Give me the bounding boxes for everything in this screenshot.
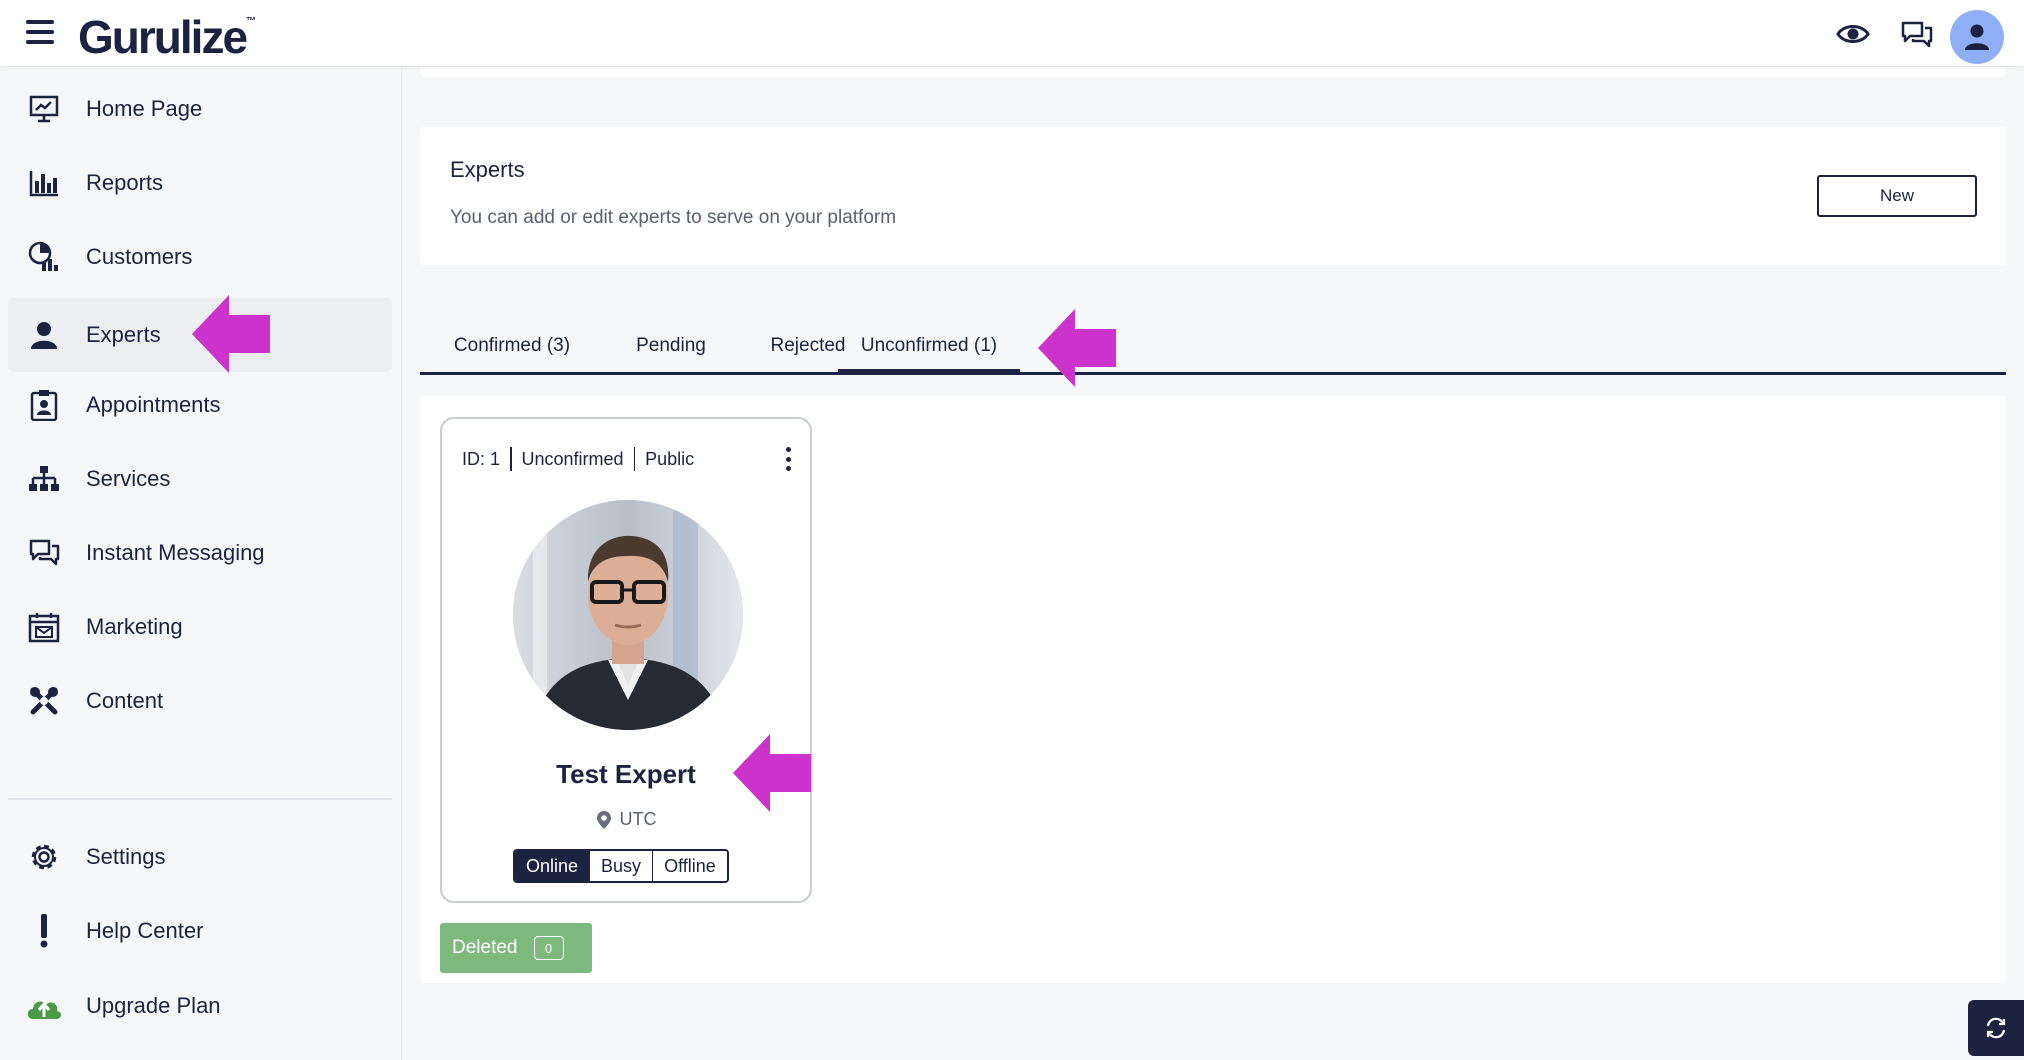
availability-toggle: Online Busy Offline — [513, 849, 729, 883]
new-expert-button[interactable]: New — [1817, 175, 1977, 217]
tab-confirmed[interactable]: Confirmed (3) — [439, 320, 585, 372]
status-offline-button[interactable]: Offline — [652, 851, 727, 881]
sidebar-item-content[interactable]: Content — [8, 664, 392, 738]
user-icon — [1965, 24, 1989, 50]
tab-pending[interactable]: Pending — [608, 320, 734, 372]
expert-card[interactable]: ID: 1 Unconfirmed Public Test Expert UTC… — [440, 417, 812, 903]
deleted-label: Deleted — [452, 937, 518, 958]
person-icon — [24, 315, 64, 355]
sidebar-item-marketing[interactable]: Marketing — [8, 590, 392, 664]
tab-unconfirmed[interactable]: Unconfirmed (1) — [838, 320, 1020, 375]
pie-people-icon — [24, 237, 64, 277]
sidebar-item-help-center[interactable]: Help Center — [8, 894, 392, 968]
sidebar-item-instant-messaging[interactable]: Instant Messaging — [8, 516, 392, 590]
meta-separator — [510, 447, 512, 471]
clipboard-person-icon — [24, 385, 64, 425]
expert-timezone: UTC — [442, 809, 810, 830]
sitemap-icon — [24, 459, 64, 499]
chat-icon[interactable] — [1897, 14, 1937, 54]
sidebar-item-settings[interactable]: Settings — [8, 820, 392, 894]
sidebar-item-label: Marketing — [86, 614, 183, 639]
top-bar: Gurulize™ — [0, 0, 2024, 67]
gear-icon — [24, 837, 64, 877]
sidebar-item-appointments[interactable]: Appointments — [8, 368, 392, 442]
menu-icon[interactable] — [26, 20, 54, 46]
bar-chart-icon — [24, 163, 64, 203]
sidebar-item-services[interactable]: Services — [8, 442, 392, 516]
refresh-icon — [1986, 1017, 2006, 1039]
sidebar-item-label: Home Page — [86, 96, 203, 121]
annotation-arrow-left-icon — [1038, 309, 1116, 387]
expert-status: Unconfirmed — [521, 448, 624, 469]
page-title: Experts — [450, 157, 525, 182]
eye-icon[interactable] — [1833, 14, 1873, 54]
sidebar-item-label: Content — [86, 688, 164, 713]
sidebar-item-label: Upgrade Plan — [86, 993, 221, 1018]
cloud-upload-icon — [24, 986, 64, 1026]
sidebar-item-label: Instant Messaging — [86, 540, 265, 565]
sidebar-item-label: Reports — [86, 170, 164, 195]
monitor-chart-icon — [24, 89, 64, 129]
status-busy-button[interactable]: Busy — [589, 851, 653, 881]
app-logo[interactable]: Gurulize™ — [78, 10, 256, 64]
page-description: You can add or edit experts to serve on … — [450, 207, 897, 228]
expert-visibility: Public — [645, 448, 695, 469]
sidebar-divider — [8, 798, 392, 800]
refresh-button[interactable] — [1968, 1000, 2024, 1056]
sidebar-item-label: Appointments — [86, 392, 221, 417]
sidebar-item-label: Help Center — [86, 918, 204, 943]
status-online-button[interactable]: Online — [515, 851, 590, 881]
expert-meta: ID: 1 Unconfirmed Public — [462, 447, 694, 471]
sidebar-item-customers[interactable]: Customers — [8, 220, 392, 294]
top-panel-strip — [420, 67, 2006, 77]
timezone-label: UTC — [619, 809, 657, 829]
calendar-mail-icon — [24, 607, 64, 647]
chat-bubbles-icon — [24, 533, 64, 573]
sidebar-item-home-page[interactable]: Home Page — [8, 72, 392, 146]
sidebar-item-reports[interactable]: Reports — [8, 146, 392, 220]
expert-status-tabs: Confirmed (3) Pending Rejected Unconfirm… — [420, 320, 2006, 375]
location-pin-icon — [596, 810, 611, 829]
deleted-experts-button[interactable]: Deleted 0 — [440, 923, 592, 973]
sidebar-item-upgrade-plan[interactable]: Upgrade Plan — [8, 969, 392, 1043]
tools-icon — [24, 681, 64, 721]
sidebar-item-label: Experts — [86, 322, 161, 347]
user-avatar-button[interactable] — [1950, 10, 2004, 64]
sidebar-item-label: Settings — [86, 844, 166, 869]
exclamation-icon — [24, 911, 64, 951]
expert-photo — [513, 500, 743, 730]
annotation-arrow-left-icon — [192, 295, 270, 373]
sidebar: Home Page Reports Customers Experts Appo… — [0, 67, 402, 1060]
deleted-count-badge: 0 — [533, 936, 564, 960]
meta-separator — [633, 447, 636, 471]
sidebar-item-label: Services — [86, 466, 171, 491]
experts-header-card: Experts You can add or edit experts to s… — [420, 127, 2006, 265]
expert-id: ID: 1 — [462, 448, 501, 469]
more-options-icon[interactable] — [782, 447, 794, 471]
sidebar-item-label: Customers — [86, 244, 193, 269]
annotation-arrow-left-icon — [733, 734, 811, 812]
